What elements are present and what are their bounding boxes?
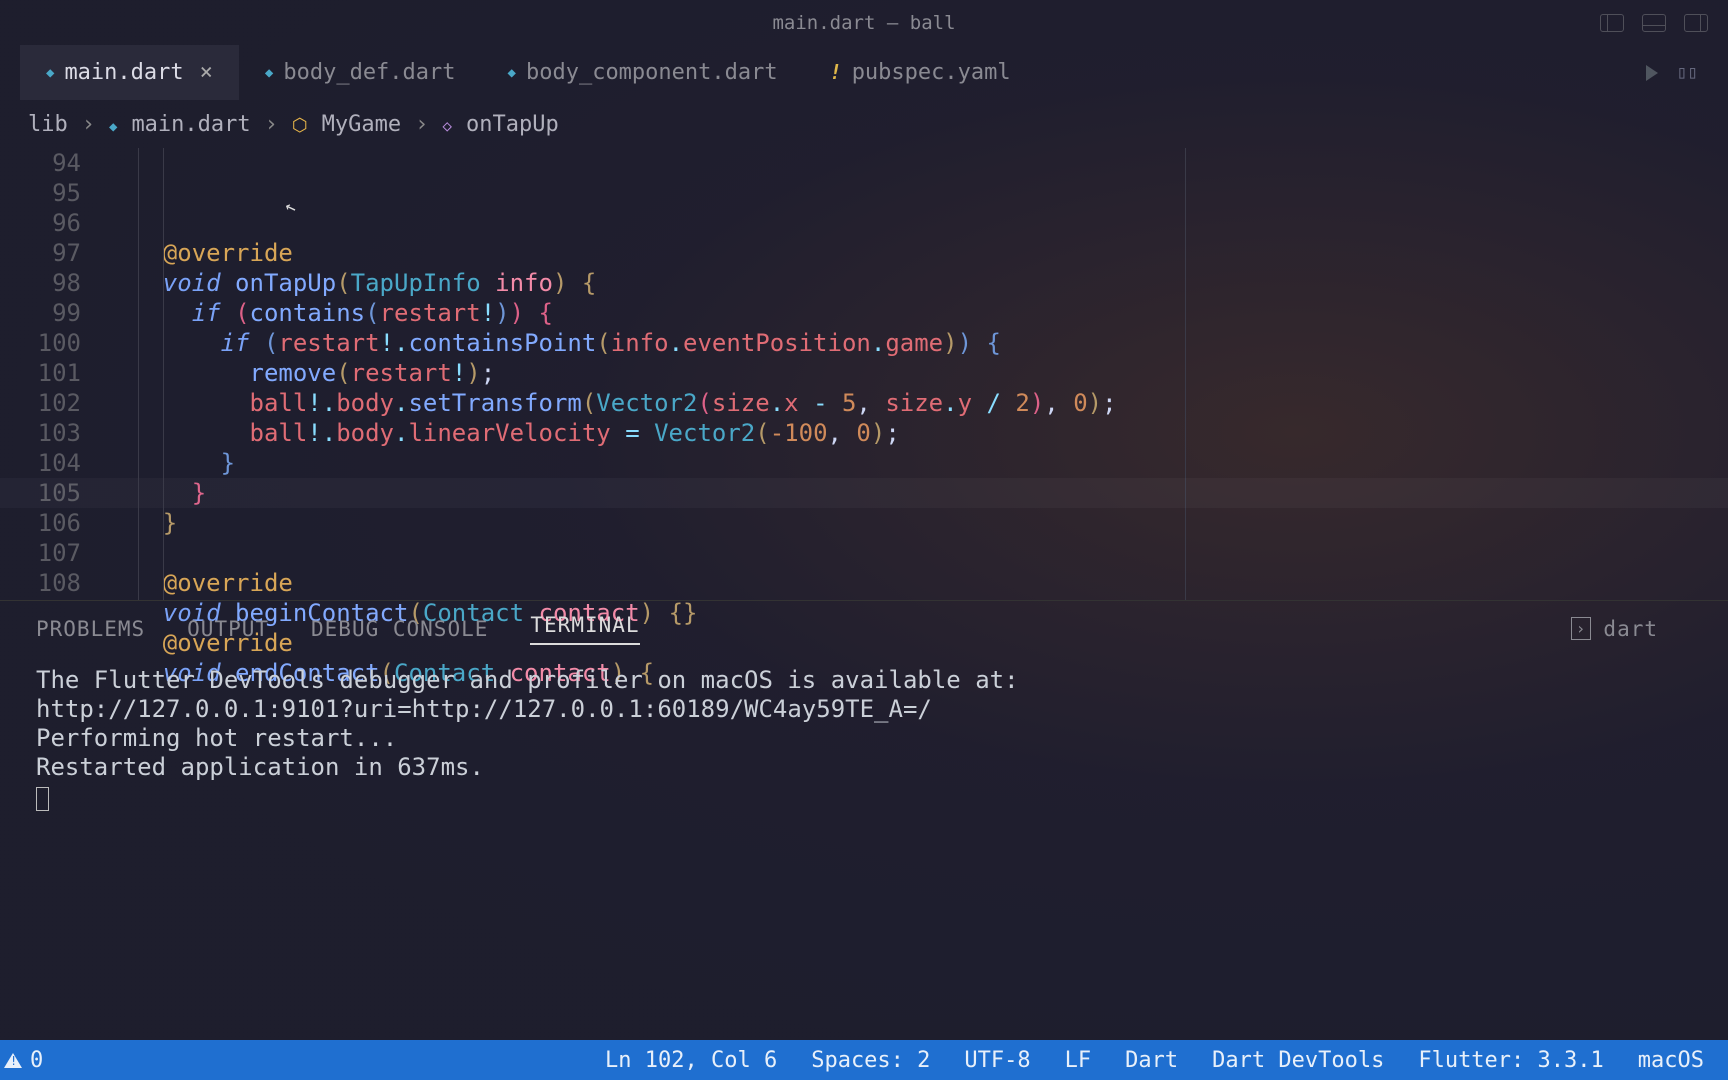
status-language[interactable]: Dart — [1125, 1048, 1178, 1073]
panel-tab-debug-console[interactable]: DEBUG CONSOLE — [311, 617, 488, 641]
dart-file-icon — [265, 60, 273, 85]
code-line[interactable]: void onTapUp(TapUpInfo info) { — [105, 268, 1728, 298]
line-number: 106 — [0, 508, 81, 538]
breadcrumb-method[interactable]: onTapUp — [466, 112, 559, 137]
warning-icon[interactable] — [4, 1053, 22, 1068]
tab-body-def-dart[interactable]: body_def.dart — [239, 45, 482, 100]
status-devtools[interactable]: Dart DevTools — [1212, 1048, 1384, 1073]
code-line[interactable]: if (contains(restart!)) { — [105, 298, 1728, 328]
dart-file-icon — [508, 60, 516, 85]
breadcrumb-class[interactable]: MyGame — [322, 112, 401, 137]
line-number: 108 — [0, 568, 81, 598]
status-platform[interactable]: macOS — [1638, 1048, 1704, 1073]
status-warning-count[interactable]: 0 — [30, 1048, 43, 1073]
yaml-file-icon — [830, 60, 842, 85]
tab-label: main.dart — [64, 60, 183, 85]
tab-pubspec-yaml[interactable]: pubspec.yaml — [804, 45, 1037, 100]
line-number: 101 — [0, 358, 81, 388]
editor-tabbar: main.dart × body_def.dart body_component… — [0, 45, 1728, 100]
code-line[interactable]: ball!.body.setTransform(Vector2(size.x -… — [105, 388, 1728, 418]
tab-label: pubspec.yaml — [852, 60, 1011, 85]
terminal-line: http://127.0.0.1:9101?uri=http://127.0.0… — [36, 695, 1692, 724]
status-bar: 0 Ln 102, Col 6 Spaces: 2 UTF-8 LF Dart … — [0, 1040, 1728, 1080]
line-number: 98 — [0, 268, 81, 298]
status-cursor-position[interactable]: Ln 102, Col 6 — [605, 1048, 777, 1073]
indent-guide — [163, 148, 164, 600]
tab-label: body_def.dart — [283, 60, 455, 85]
tab-body-component-dart[interactable]: body_component.dart — [482, 45, 804, 100]
mouse-cursor-icon: ↖ — [280, 191, 300, 223]
close-tab-icon[interactable]: × — [200, 62, 213, 84]
terminal-line: Performing hot restart... — [36, 724, 1692, 753]
terminal-output[interactable]: The Flutter DevTools debugger and profil… — [0, 656, 1728, 811]
code-line[interactable]: @override — [105, 568, 1728, 598]
terminal-caret-icon[interactable]: › — [1571, 617, 1592, 640]
toggle-left-panel-icon[interactable] — [1600, 14, 1624, 32]
layout-panel-controls — [1600, 0, 1708, 45]
terminal-line: Restarted application in 637ms. — [36, 753, 1692, 782]
chevron-right-icon: › — [415, 112, 428, 137]
line-number: 96 — [0, 208, 81, 238]
run-debug-icon[interactable] — [1646, 65, 1658, 81]
line-number: 97 — [0, 238, 81, 268]
bottom-panel: PROBLEMS OUTPUT DEBUG CONSOLE TERMINAL ›… — [0, 600, 1728, 825]
code-line[interactable]: } — [105, 448, 1728, 478]
line-number: 99 — [0, 298, 81, 328]
line-number: 104 — [0, 448, 81, 478]
code-line[interactable] — [105, 538, 1728, 568]
code-content[interactable]: @override void onTapUp(TapUpInfo info) {… — [105, 148, 1728, 600]
line-number: 103 — [0, 418, 81, 448]
code-line[interactable]: remove(restart!); — [105, 358, 1728, 388]
line-number: 107 — [0, 538, 81, 568]
panel-tab-output[interactable]: OUTPUT — [187, 617, 269, 641]
panel-tab-terminal[interactable]: TERMINAL — [530, 613, 639, 645]
window-title: main.dart — ball — [772, 12, 955, 34]
code-line[interactable]: } — [105, 478, 1728, 508]
line-number: 102 — [0, 388, 81, 418]
tab-label: body_component.dart — [526, 60, 778, 85]
terminal-cursor — [36, 787, 49, 811]
chevron-right-icon: › — [82, 112, 95, 137]
status-encoding[interactable]: UTF-8 — [964, 1048, 1030, 1073]
window-titlebar: main.dart — ball — [0, 0, 1728, 45]
dart-file-icon — [46, 60, 54, 85]
status-eol[interactable]: LF — [1065, 1048, 1092, 1073]
indent-guide — [138, 148, 139, 600]
split-editor-icon[interactable]: ▯▯ — [1676, 62, 1698, 83]
toggle-bottom-panel-icon[interactable] — [1642, 14, 1666, 32]
status-flutter-version[interactable]: Flutter: 3.3.1 — [1418, 1048, 1603, 1073]
breadcrumb-file[interactable]: main.dart — [131, 112, 250, 137]
line-number: 95 — [0, 178, 81, 208]
method-icon — [442, 112, 452, 137]
code-line[interactable]: @override — [105, 238, 1728, 268]
breadcrumb-bar: lib › main.dart › MyGame › onTapUp — [0, 100, 1728, 148]
class-icon — [292, 112, 308, 137]
line-number: 100 — [0, 328, 81, 358]
code-editor[interactable]: 949596979899100101102103104105106107108 … — [0, 148, 1728, 600]
terminal-shell-label[interactable]: dart — [1603, 617, 1658, 641]
line-number: 94 — [0, 148, 81, 178]
panel-tabbar: PROBLEMS OUTPUT DEBUG CONSOLE TERMINAL ›… — [0, 601, 1728, 656]
breadcrumb-folder[interactable]: lib — [28, 112, 68, 137]
toggle-right-panel-icon[interactable] — [1684, 14, 1708, 32]
dart-file-icon — [109, 112, 117, 137]
code-line[interactable]: ball!.body.linearVelocity = Vector2(-100… — [105, 418, 1728, 448]
current-line-highlight — [0, 478, 1728, 508]
line-number-gutter: 949596979899100101102103104105106107108 — [0, 148, 105, 600]
status-indent[interactable]: Spaces: 2 — [811, 1048, 930, 1073]
terminal-line: The Flutter DevTools debugger and profil… — [36, 666, 1692, 695]
code-line[interactable]: } — [105, 508, 1728, 538]
line-number: 105 — [0, 478, 81, 508]
panel-tab-problems[interactable]: PROBLEMS — [36, 617, 145, 641]
chevron-right-icon: › — [265, 112, 278, 137]
code-line[interactable]: if (restart!.containsPoint(info.eventPos… — [105, 328, 1728, 358]
tab-main-dart[interactable]: main.dart × — [20, 45, 239, 100]
